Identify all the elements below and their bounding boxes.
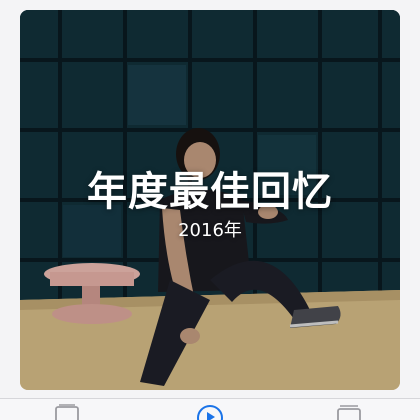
memory-title: 年度最佳回忆 (87, 169, 333, 215)
photos-tab-icon[interactable] (52, 404, 82, 420)
memories-screen: 年度最佳回忆 2016年 (0, 0, 420, 420)
albums-tab-icon[interactable] (334, 404, 364, 420)
memory-title-block: 年度最佳回忆 2016年 (20, 168, 400, 242)
memory-card[interactable]: 年度最佳回忆 2016年 (20, 10, 400, 390)
memories-tab-icon[interactable] (194, 404, 226, 420)
tab-bar (0, 398, 420, 420)
memory-subtitle: 2016年 (178, 220, 242, 241)
